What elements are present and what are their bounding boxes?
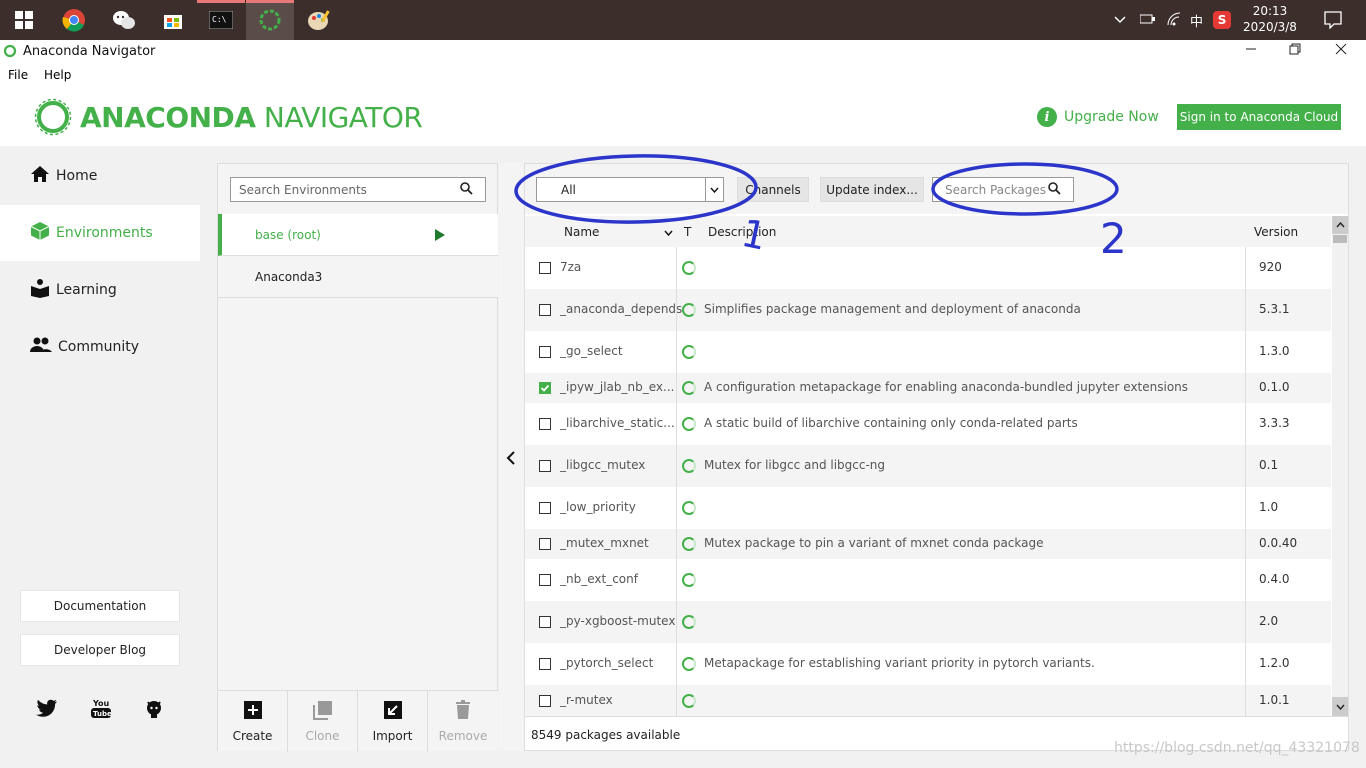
annotation-circle-search — [931, 162, 1119, 216]
annotation-circle-filter — [514, 154, 758, 224]
annotation-overlay: 1 2 — [514, 154, 1127, 263]
annotation-mark-2: 2 — [1100, 214, 1127, 263]
annotation-mark-1: 1 — [738, 211, 771, 259]
csdn-watermark: https://blog.csdn.net/qq_43321078 — [1114, 740, 1360, 756]
